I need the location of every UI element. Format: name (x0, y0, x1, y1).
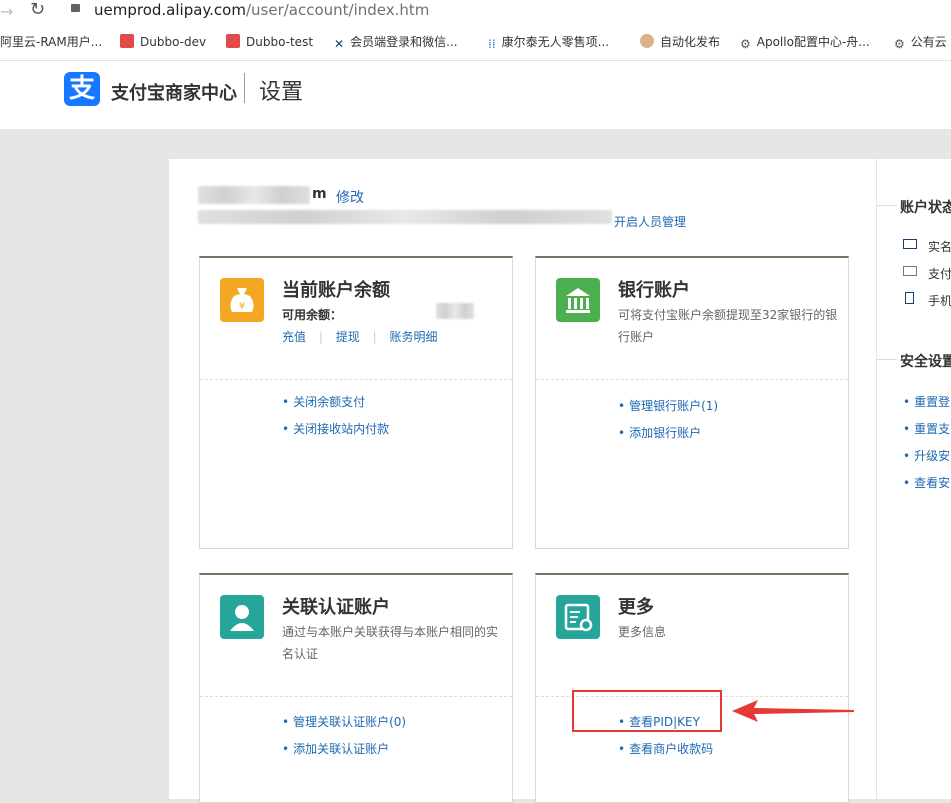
close-site-payment-link[interactable]: 关闭接收站内付款 (282, 420, 389, 437)
bookmark-item[interactable]: Dubbo-dev (120, 24, 206, 60)
staff-management-link[interactable]: 开启人员管理 (614, 213, 686, 230)
bookmark-item[interactable]: ⚙ Apollo配置中心-舟... (740, 24, 870, 60)
settings-document-icon (556, 595, 600, 639)
sidebar-rule (877, 359, 897, 360)
bookmark-item[interactable]: 自动化发布 (640, 24, 720, 60)
upgrade-security-link[interactable]: 升级安 (903, 447, 950, 464)
tools-icon: ✕ (334, 37, 345, 51)
balance-card: ¥ 当前账户余额 可用余额： 充值 | 提现 | 账务明细 关闭余额支付 关闭接… (199, 256, 513, 549)
bookmark-label: Dubbo-dev (140, 35, 207, 49)
linked-account-description: 通过与本账户关联获得与本账户相同的实名认证 (282, 625, 499, 661)
folder-icon (226, 34, 240, 48)
manage-linked-account-link[interactable]: 管理关联认证账户(0) (282, 713, 406, 730)
grid-icon: ⁞⁞ (488, 37, 496, 51)
lock-icon[interactable] (71, 4, 80, 12)
money-bag-icon: ¥ (220, 278, 264, 322)
address-bar[interactable]: uemprod.alipay.com/user/account/index.ht… (94, 1, 429, 19)
card-divider (200, 379, 512, 380)
bookmark-label: 会员端登录和微信... (350, 35, 458, 49)
reset-login-password-link[interactable]: 重置登 (903, 393, 950, 410)
bookmark-item[interactable]: 阿里云-RAM用户... (0, 24, 102, 60)
bookmark-label: Dubbo-test (246, 35, 314, 49)
bookmark-item[interactable]: ⁞⁞ 康尔泰无人零售项... (488, 24, 609, 60)
account-name-redacted (198, 186, 310, 204)
url-path: /user/account/index.htm (245, 1, 430, 19)
page-title: 设置 (259, 80, 304, 105)
card-divider (200, 696, 512, 697)
annotation-highlight-box (572, 690, 722, 732)
linked-account-card: 关联认证账户 通过与本账户关联获得与本账户相同的实名认证 管理关联认证账户(0)… (199, 573, 513, 803)
manage-bank-account-link[interactable]: 管理银行账户(1) (618, 397, 718, 414)
reset-payment-password-link[interactable]: 重置支 (903, 420, 950, 437)
url-host: uemprod.alipay.com (94, 1, 246, 19)
header-divider (244, 73, 245, 103)
logo-text[interactable]: 支付宝商家中心 (111, 79, 237, 105)
id-card-icon (903, 239, 917, 249)
bank-description: 可将支付宝账户余额提现至32家银行的银行账户 (618, 308, 838, 344)
account-status-title: 账户状态 (900, 200, 951, 216)
bookmark-label: 公有云 (910, 35, 947, 49)
account-name-suffix: m (312, 186, 327, 202)
balance-value-redacted (436, 303, 474, 319)
bookmark-label: 自动化发布 (660, 35, 721, 49)
link-separator: | (318, 330, 323, 344)
more-card: 更多 更多信息 查看PID|KEY 查看商户收款码 (535, 573, 849, 803)
link-separator: | (372, 330, 377, 344)
bookmarks-bar: 阿里云-RAM用户... Dubbo-dev Dubbo-test ✕ 会员端登录… (0, 24, 951, 61)
hub-icon: ⚙ (894, 37, 905, 51)
bank-title: 银行账户 (618, 280, 690, 301)
add-bank-account-link[interactable]: 添加银行账户 (618, 424, 701, 441)
phone-icon (905, 292, 914, 304)
withdraw-link[interactable]: 提现 (336, 330, 360, 344)
bookmark-item[interactable]: ⚙ 公有云 (894, 24, 947, 60)
bookmark-item[interactable]: Dubbo-test (226, 24, 313, 60)
statement-link[interactable]: 账务明细 (389, 330, 437, 344)
reload-icon[interactable]: ↻ (30, 0, 45, 20)
bookmark-label: 康尔泰无人零售项... (501, 35, 610, 49)
linked-account-title: 关联认证账户 (282, 597, 390, 618)
bookmark-label: 阿里云-RAM用户... (0, 35, 103, 49)
recharge-link[interactable]: 充值 (282, 330, 306, 344)
bank-icon (556, 278, 600, 322)
user-icon (220, 595, 264, 639)
card-divider (536, 379, 848, 380)
view-security-link[interactable]: 查看安 (903, 474, 950, 491)
add-linked-account-link[interactable]: 添加关联认证账户 (282, 740, 389, 757)
bookmark-item[interactable]: ✕ 会员端登录和微信... (334, 24, 458, 60)
avatar-icon (640, 34, 654, 48)
available-balance-label: 可用余额： (282, 308, 343, 322)
hub-icon: ⚙ (740, 37, 751, 51)
balance-action-links: 充值 | 提现 | 账务明细 (282, 328, 437, 345)
svg-text:¥: ¥ (239, 301, 245, 312)
back-arrow-icon[interactable]: → (0, 2, 13, 21)
status-realname: 实名 (928, 240, 951, 254)
sidebar-rule (877, 205, 897, 206)
status-payment: 支付 (928, 267, 951, 281)
bookmark-label: Apollo配置中心-舟... (756, 35, 870, 49)
annotation-arrow-icon (732, 700, 854, 722)
account-info-redacted (198, 210, 612, 224)
more-description: 更多信息 (618, 625, 667, 639)
alipay-logo-icon[interactable]: 支 (64, 72, 100, 106)
status-phone: 手机 (928, 294, 951, 308)
close-balance-payment-link[interactable]: 关闭余额支付 (282, 393, 365, 410)
view-merchant-qr-link[interactable]: 查看商户收款码 (618, 740, 713, 757)
balance-title: 当前账户余额 (282, 280, 390, 301)
bank-card: 银行账户 可将支付宝账户余额提现至32家银行的银行账户 管理银行账户(1) 添加… (535, 256, 849, 549)
payment-card-icon (903, 266, 917, 276)
folder-icon (120, 34, 134, 48)
edit-name-link[interactable]: 修改 (336, 187, 364, 207)
browser-toolbar: → ↻ uemprod.alipay.com/user/account/inde… (0, 0, 951, 24)
more-title: 更多 (618, 597, 654, 618)
security-settings-title: 安全设置 (900, 354, 951, 370)
